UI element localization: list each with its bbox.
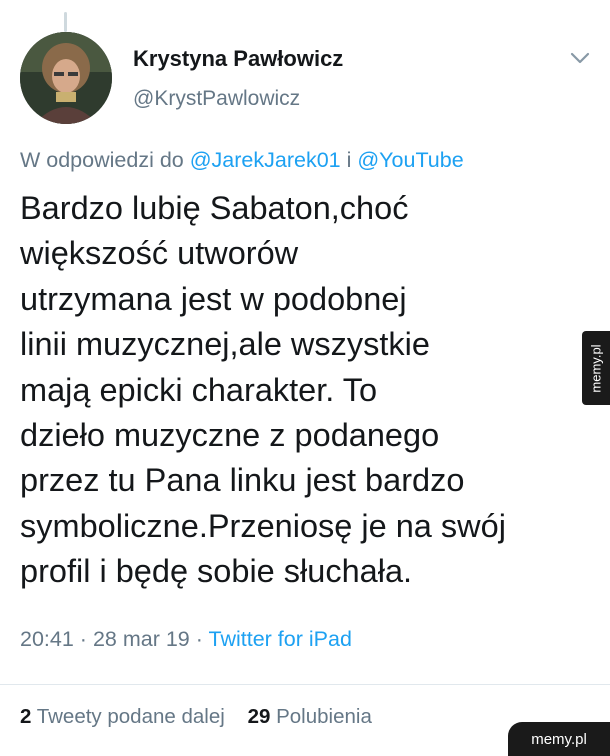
retweets-stat[interactable]: 2 Tweety podane dalej [20, 705, 225, 728]
watermark-side: memy.pl [582, 331, 610, 405]
reply-context: W odpowiedzi do @JarekJarek01 i @YouTube [20, 148, 464, 173]
reply-user-link[interactable]: @YouTube [357, 148, 463, 172]
watermark-corner: memy.pl [508, 722, 610, 756]
likes-count: 29 [247, 705, 271, 728]
watermark-side-text: memy.pl [588, 343, 604, 393]
avatar[interactable] [20, 32, 112, 124]
retweets-label: Tweety podane dalej [36, 705, 225, 728]
likes-label: Polubienia [276, 705, 372, 728]
chevron-down-icon[interactable] [568, 48, 592, 68]
tweet-text-line: utrzymana jest w podobnej [20, 280, 407, 317]
tweet-stats: 2 Tweety podane dalej 29 Polubienia [20, 705, 372, 729]
divider [0, 684, 610, 685]
tweet-date[interactable]: 28 mar 19 [93, 627, 190, 651]
tweet-text-line: dzieło muzyczne z podanego [20, 417, 440, 454]
tweet-text-line: przez tu Pana linku jest bardzo [20, 462, 465, 499]
user-handle[interactable]: @KrystPawlowicz [133, 87, 300, 111]
likes-stat[interactable]: 29 Polubienia [248, 705, 372, 728]
display-name[interactable]: Krystyna Pawłowicz [133, 46, 343, 72]
meta-separator: · [79, 627, 87, 651]
reply-prefix: W odpowiedzi do [20, 148, 184, 172]
tweet-time[interactable]: 20:41 [20, 627, 74, 651]
tweet-text-line: symboliczne.Przeniosę je na swój [20, 507, 506, 544]
reply-join: i [346, 148, 352, 172]
tweet-text-line: mają epicki charakter. To [20, 371, 378, 408]
tweet-text: Bardzo lubię Sabaton,choć większość utwo… [20, 186, 595, 595]
meta-separator: · [195, 627, 203, 651]
reply-user-link[interactable]: @JarekJarek01 [190, 148, 341, 172]
tweet-text-line: Bardzo lubię Sabaton,choć [20, 190, 409, 226]
tweet-text-line: większość utworów [20, 235, 299, 272]
retweets-count: 2 [20, 705, 32, 728]
thread-connector-line [64, 12, 67, 32]
tweet-source-link[interactable]: Twitter for iPad [209, 627, 352, 651]
tweet-meta: 20:41 · 28 mar 19 · Twitter for iPad [20, 627, 352, 652]
avatar-image [20, 32, 112, 124]
tweet-text-line: profil i będę sobie słuchała. [20, 553, 413, 590]
tweet-text-line: linii muzycznej,ale wszystkie [20, 326, 430, 363]
